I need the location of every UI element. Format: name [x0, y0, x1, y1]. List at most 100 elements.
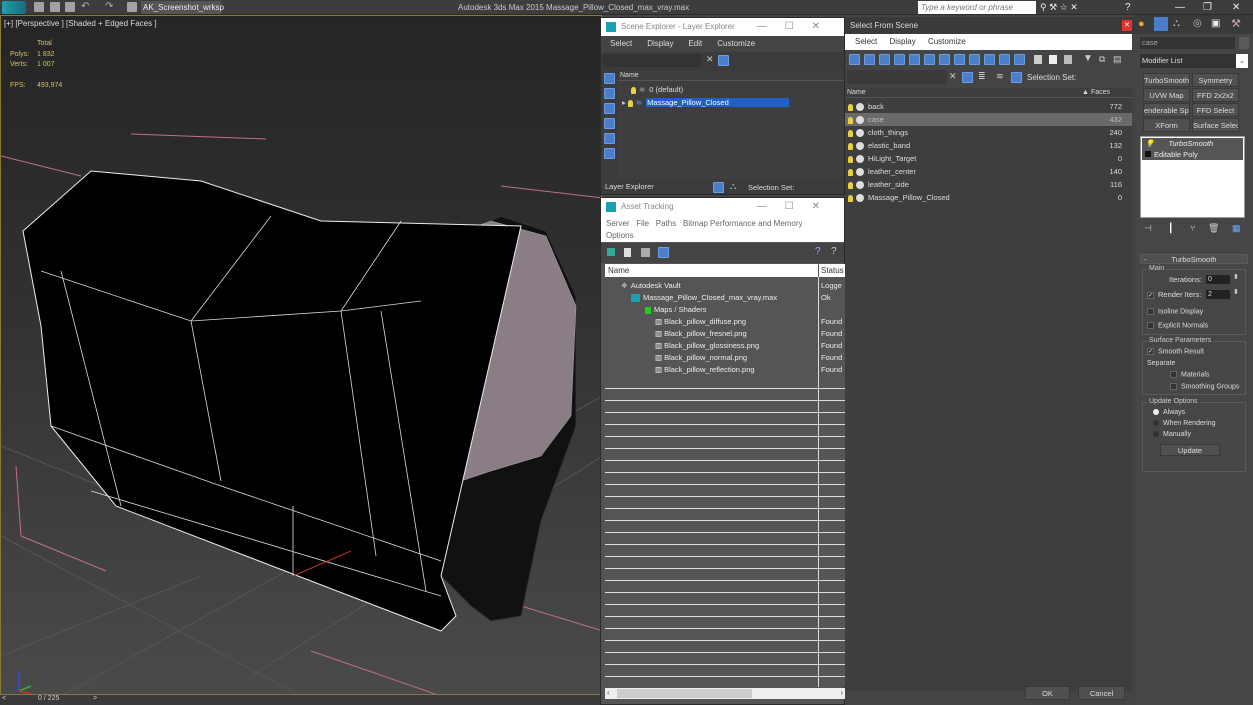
scroll-left-icon[interactable]: ‹ — [607, 688, 610, 697]
display-geometry-icon[interactable] — [604, 73, 615, 84]
filter-lights-icon[interactable] — [879, 54, 890, 65]
filter-xrefs-icon[interactable] — [954, 54, 965, 65]
search-field[interactable] — [603, 54, 701, 67]
infocenter-icons[interactable]: ⚲ ⚒ ☆ ✕ — [1040, 2, 1078, 13]
menu-server[interactable]: Server — [606, 219, 630, 228]
column-name[interactable]: Name — [847, 89, 866, 96]
menu-options[interactable]: Options — [606, 231, 634, 240]
light-bulb-icon[interactable] — [848, 116, 853, 124]
object-row[interactable]: Massage_Pillow_Closed 0 — [845, 191, 1132, 204]
name-search-field[interactable] — [847, 70, 947, 84]
ok-button[interactable]: OK — [1025, 686, 1070, 700]
columns-icon[interactable]: ▤ — [1113, 54, 1122, 65]
light-bulb-icon[interactable]: 💡 — [1145, 139, 1154, 148]
hierarchy-icon[interactable]: ⛬ — [730, 181, 736, 192]
show-end-result-icon[interactable]: ┃ — [1168, 223, 1173, 234]
project-folder-icon[interactable] — [127, 2, 137, 12]
light-bulb-icon[interactable] — [848, 155, 853, 163]
display-tab-icon[interactable]: ▣ — [1211, 18, 1220, 29]
menu-edit[interactable]: Edit — [688, 39, 702, 48]
update-manually-radio[interactable]: Manually — [1153, 431, 1191, 438]
prev-frame-button[interactable]: < — [2, 695, 6, 702]
select-from-scene-titlebar[interactable]: Select From Scene ✕ — [845, 17, 1135, 34]
modifier-button-symmetry[interactable]: Symmetry — [1192, 73, 1239, 87]
menu-bitmap-performance[interactable]: Bitmap Performance and Memory — [683, 219, 803, 228]
modifier-button-turbosmooth[interactable]: TurboSmooth — [1143, 73, 1190, 87]
layer-row[interactable]: ≋ 0 (default) — [618, 83, 844, 96]
filter-hidden-icon[interactable] — [1014, 54, 1025, 65]
update-button[interactable]: Update — [1160, 444, 1220, 456]
modifier-button-ffd[interactable]: FFD 2x2x2 — [1192, 88, 1239, 102]
column-name[interactable]: Name — [618, 71, 844, 81]
help-icon[interactable]: ? — [1125, 2, 1131, 13]
filter-bones-icon[interactable] — [969, 54, 980, 65]
materials-checkbox[interactable]: Materials — [1170, 371, 1209, 378]
tree-view-icon[interactable] — [641, 248, 650, 257]
display-shapes-icon[interactable] — [604, 88, 615, 99]
layer-view-icon[interactable]: ≋ — [996, 71, 1004, 82]
light-bulb-icon[interactable] — [848, 142, 853, 150]
light-bulb-icon[interactable] — [848, 103, 853, 111]
modifier-button-ffd-select[interactable]: FFD Select — [1192, 103, 1239, 117]
stack-item-editable-poly[interactable]: Editable Poly — [1142, 149, 1243, 160]
window-controls[interactable]: —☐✕ — [757, 18, 838, 36]
clear-search-icon[interactable]: ✕ — [706, 54, 714, 65]
select-invert-icon[interactable] — [1064, 55, 1072, 64]
motion-tab-icon[interactable]: ◎ — [1193, 18, 1202, 29]
object-row[interactable]: leather_side 116 — [845, 178, 1132, 191]
object-row[interactable]: elastic_band 132 — [845, 139, 1132, 152]
time-slider[interactable]: < 0 / 225 > — [0, 695, 602, 705]
scrollbar-thumb[interactable] — [617, 689, 752, 698]
filter-icon[interactable] — [718, 55, 729, 66]
object-row[interactable]: back 772 — [845, 100, 1132, 113]
scroll-right-icon[interactable]: › — [840, 688, 843, 697]
open-file-icon[interactable] — [50, 2, 60, 12]
menu-customize[interactable]: Customize — [928, 37, 966, 46]
horizontal-scrollbar[interactable]: ‹ › — [605, 688, 845, 699]
scene-explorer-titlebar[interactable]: Scene Explorer - Layer Explorer —☐✕ — [601, 18, 844, 36]
make-unique-icon[interactable]: ⑂ — [1190, 223, 1195, 233]
filter-shapes-icon[interactable] — [864, 54, 875, 65]
filter-spacewarps-icon[interactable] — [924, 54, 935, 65]
object-row[interactable]: case 432 — [845, 113, 1132, 126]
menu-customize[interactable]: Customize — [717, 39, 755, 48]
menu-display[interactable]: Display — [647, 39, 673, 48]
perspective-viewport[interactable]: [+] [Perspective ] [Shaded + Edged Faces… — [0, 15, 602, 695]
modify-tab-icon[interactable] — [1154, 17, 1168, 31]
light-bulb-icon[interactable] — [848, 181, 853, 189]
smoothing-groups-checkbox[interactable]: Smoothing Groups — [1170, 383, 1239, 390]
maximize-button[interactable]: ❐ — [1203, 2, 1212, 13]
render-iters-checkbox[interactable]: ✓ Render Iters: — [1147, 290, 1201, 299]
turbosmooth-rollout-header[interactable]: - TurboSmooth — [1140, 254, 1248, 264]
spinner-arrows-icon[interactable]: ⬍ — [1233, 288, 1239, 296]
object-name-field[interactable]: case — [1140, 37, 1235, 49]
explorer-type-dropdown[interactable]: Layer Explorer — [603, 181, 703, 193]
column-faces[interactable]: Faces — [1091, 88, 1110, 98]
window-controls[interactable]: —☐✕ — [757, 198, 838, 216]
display-lights-icon[interactable] — [604, 103, 615, 114]
filter-groups-icon[interactable] — [939, 54, 950, 65]
filter-geometry-icon[interactable] — [849, 54, 860, 65]
filter-containers-icon[interactable] — [984, 54, 995, 65]
select-all-icon[interactable] — [1034, 55, 1042, 64]
expand-arrow-icon[interactable]: ▸ — [622, 98, 626, 107]
menu-file[interactable]: File — [636, 219, 649, 228]
modifier-button-uvw-map[interactable]: UVW Map — [1143, 88, 1190, 102]
utilities-tab-icon[interactable]: ⚒ — [1231, 17, 1241, 30]
menu-paths[interactable]: Paths — [656, 219, 676, 228]
hierarchy-tab-icon[interactable]: ⛬ — [1173, 18, 1180, 29]
smooth-result-checkbox[interactable]: ✓ Smooth Result — [1147, 348, 1204, 355]
spinner-arrows-icon[interactable]: ⬍ — [1233, 273, 1239, 281]
menu-display[interactable]: Display — [889, 37, 915, 46]
column-name[interactable]: Name — [605, 264, 818, 277]
object-row[interactable]: cloth_things 240 — [845, 126, 1132, 139]
search-input[interactable]: Type a keyword or phrase — [918, 1, 1036, 14]
configure-modifier-sets-icon[interactable]: ▦ — [1232, 223, 1241, 234]
list-view-icon[interactable] — [624, 248, 631, 257]
table-view-icon[interactable] — [658, 247, 669, 258]
render-iters-spinner[interactable]: 2 — [1206, 290, 1230, 299]
help-icon[interactable]: ? — [815, 246, 821, 257]
clear-search-icon[interactable]: ✕ — [949, 71, 957, 82]
pin-stack-icon[interactable]: ⊣ — [1144, 223, 1152, 234]
update-always-radio[interactable]: Always — [1153, 409, 1185, 416]
